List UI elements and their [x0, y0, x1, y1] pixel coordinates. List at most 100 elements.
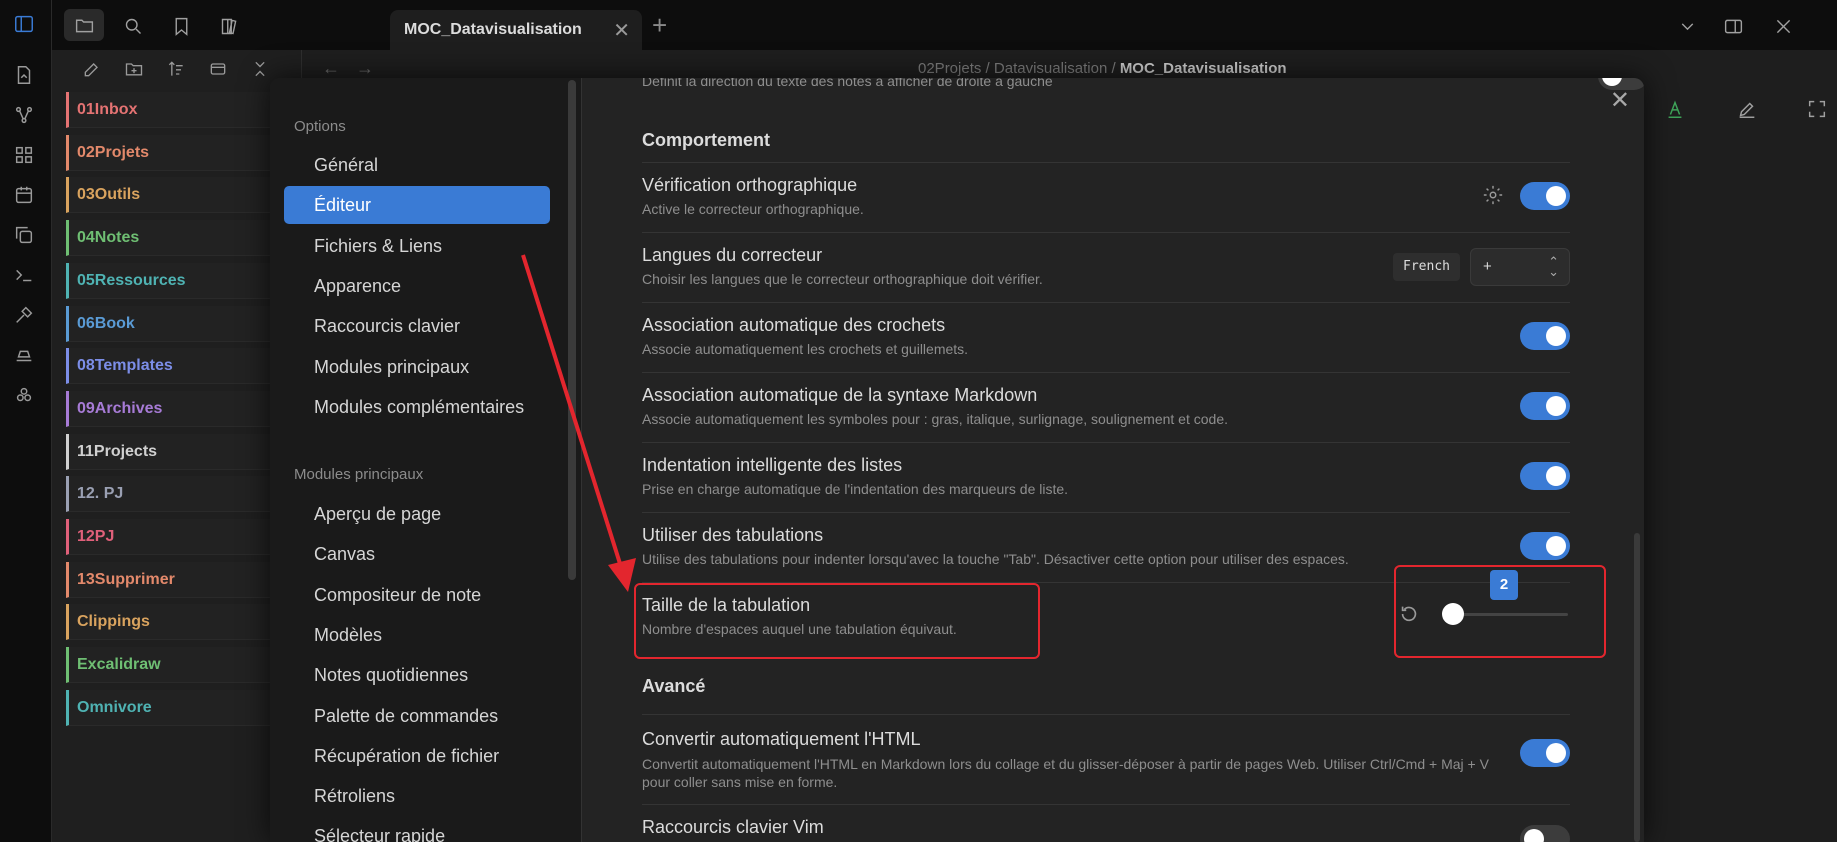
core-module-item[interactable]: Modèles: [284, 616, 550, 654]
core-module-item[interactable]: Compositeur de note: [284, 576, 550, 614]
setting-title: Raccourcis clavier Vim: [642, 817, 824, 837]
folder-item[interactable]: 01Inbox: [66, 92, 296, 128]
core-module-item[interactable]: Aperçu de page: [284, 495, 550, 533]
close-tab-icon[interactable]: ✕: [613, 18, 630, 43]
smart-indent-toggle[interactable]: [1520, 462, 1570, 490]
chevron-down-icon[interactable]: [1674, 13, 1700, 39]
close-icon[interactable]: ✕: [1610, 86, 1630, 115]
folder-item[interactable]: 09Archives: [66, 390, 296, 427]
settings-nav-item[interactable]: Modules complémentaires: [284, 388, 550, 426]
new-folder-icon[interactable]: [124, 59, 146, 81]
setting-title: Association automatique de la syntaxe Ma…: [642, 385, 1038, 405]
folder-item[interactable]: 03Outils: [66, 177, 296, 214]
auto-markdown-toggle[interactable]: [1520, 392, 1570, 420]
back-arrow-icon[interactable]: ←: [322, 58, 340, 79]
puzzle-icon[interactable]: [12, 383, 36, 407]
setting-spellcheck: Vérification orthographique Active le co…: [642, 162, 1570, 232]
settings-nav-item[interactable]: Apparence: [284, 267, 550, 305]
search-icon[interactable]: [120, 13, 146, 39]
terminal-icon[interactable]: [12, 263, 36, 287]
core-modules-header: Modules principaux: [294, 466, 424, 483]
vim-toggle[interactable]: [1520, 825, 1570, 842]
new-tab-icon[interactable]: +: [652, 10, 667, 41]
left-ribbon: [0, 0, 52, 842]
highlighter-icon[interactable]: [1736, 98, 1758, 125]
settings-nav-item[interactable]: Modules principaux: [284, 348, 550, 386]
breadcrumb-part-1[interactable]: 02Projets: [918, 60, 981, 77]
sort-icon[interactable]: [166, 59, 188, 81]
settings-nav-item[interactable]: Éditeur: [284, 186, 550, 225]
folder-icon[interactable]: [64, 9, 104, 41]
core-module-item[interactable]: Sélecteur rapide: [284, 817, 550, 842]
stamp-icon[interactable]: [12, 343, 36, 367]
settings-nav-item[interactable]: Raccourcis clavier: [284, 307, 550, 345]
folder-item[interactable]: 12. PJ: [66, 476, 296, 513]
forward-arrow-icon[interactable]: →: [356, 58, 374, 79]
annotation-box-title: [634, 583, 1040, 659]
book-icon[interactable]: [216, 13, 242, 39]
fullscreen-icon[interactable]: [1806, 98, 1828, 125]
content-scrollbar[interactable]: [1634, 533, 1640, 842]
annotation-box-slider: [1394, 565, 1606, 658]
core-module-item[interactable]: Rétroliens: [284, 777, 550, 815]
folder-item[interactable]: 08Templates: [66, 348, 296, 385]
use-tabs-toggle[interactable]: [1520, 532, 1570, 560]
calendar-icon[interactable]: [12, 183, 36, 207]
copy-icon[interactable]: [12, 223, 36, 247]
bookmark-icon[interactable]: [168, 13, 194, 39]
folder-item[interactable]: Clippings: [66, 604, 296, 641]
split-pane-icon[interactable]: [1720, 13, 1746, 39]
spellcheck-toggle[interactable]: [1520, 182, 1570, 210]
breadcrumb-separator: /: [985, 60, 990, 77]
folder-item[interactable]: 02Projets: [66, 134, 296, 171]
sidebar-toggle-icon[interactable]: [12, 12, 36, 36]
setting-auto-html: Convertir automatiquement l'HTML Convert…: [642, 714, 1570, 804]
graph-icon[interactable]: [12, 103, 36, 127]
core-module-item[interactable]: Canvas: [284, 535, 550, 573]
core-module-item[interactable]: Palette de commandes: [284, 697, 550, 735]
folder-item[interactable]: 05Ressources: [66, 262, 296, 299]
folder-item[interactable]: Omnivore: [66, 689, 296, 726]
top-bar: MOC_Datavisualisation ✕ +: [52, 0, 1837, 50]
rtl-toggle[interactable]: [1598, 78, 1644, 90]
setting-desc: Convertit automatiquement l'HTML en Mark…: [642, 756, 1489, 790]
setting-vim: Raccourcis clavier Vim: [642, 804, 1570, 842]
text-color-icon[interactable]: [1664, 98, 1686, 125]
collapse-icon[interactable]: [208, 59, 230, 81]
setting-desc: Utilise des tabulations pour indenter lo…: [642, 551, 1349, 567]
settings-sidebar: Options Général Éditeur Fichiers & Liens Ap…: [270, 78, 582, 842]
new-note-icon[interactable]: [82, 59, 104, 81]
settings-content: ✕ Définit la direction du texte des note…: [582, 78, 1644, 842]
setting-title: Indentation intelligente des listes: [642, 455, 903, 475]
folder-item[interactable]: 04Notes: [66, 220, 296, 257]
setting-smart-indent: Indentation intelligente des listes Pris…: [642, 442, 1570, 512]
settings-nav-item[interactable]: Général: [284, 146, 550, 184]
folder-item[interactable]: Excalidraw: [66, 647, 296, 684]
grid-icon[interactable]: [12, 143, 36, 167]
breadcrumb-part-2[interactable]: Datavisualisation: [994, 60, 1107, 77]
setting-spell-languages: Langues du correcteur Choisir les langue…: [642, 232, 1570, 302]
window-close-icon[interactable]: [1770, 13, 1796, 39]
setting-title: Convertir automatiquement l'HTML: [642, 729, 921, 749]
breadcrumb-current: MOC_Datavisualisation: [1119, 60, 1287, 77]
folder-item[interactable]: 11Projects: [66, 433, 296, 470]
settings-nav-item[interactable]: Fichiers & Liens: [284, 227, 550, 265]
setting-auto-markdown: Association automatique de la syntaxe Ma…: [642, 372, 1570, 442]
auto-brackets-toggle[interactable]: [1520, 322, 1570, 350]
auto-html-toggle[interactable]: [1520, 739, 1570, 767]
breadcrumb-separator: /: [1111, 60, 1116, 77]
language-tag[interactable]: French: [1393, 253, 1460, 281]
tools-icon[interactable]: [12, 303, 36, 327]
gear-icon[interactable]: [1482, 184, 1504, 206]
language-select[interactable]: + ⌃ ⌄: [1470, 248, 1570, 286]
core-module-item[interactable]: Notes quotidiennes: [284, 656, 550, 694]
core-module-item[interactable]: Récupération de fichier: [284, 737, 550, 775]
folder-item[interactable]: 06Book: [66, 305, 296, 342]
file-icon[interactable]: [12, 63, 36, 87]
sidebar-scrollbar[interactable]: [568, 80, 576, 580]
tab-note[interactable]: MOC_Datavisualisation ✕: [390, 10, 642, 50]
folder-item[interactable]: 13Supprimer: [66, 561, 296, 598]
expand-icon[interactable]: [250, 59, 272, 81]
folder-item[interactable]: 12PJ: [66, 519, 296, 555]
breadcrumb: 02Projets / Datavisualisation / MOC_Data…: [918, 60, 1287, 77]
